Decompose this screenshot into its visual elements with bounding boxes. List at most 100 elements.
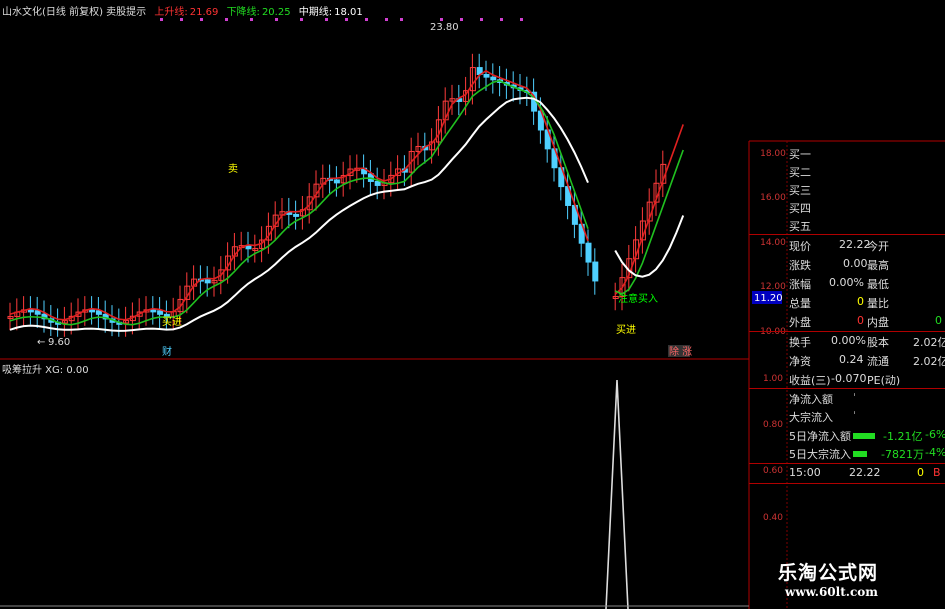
- tick-price: 22.22: [849, 466, 881, 479]
- net-inflow-row: 净流入额 ˈ: [749, 389, 945, 408]
- volume-label: 总量: [789, 297, 811, 310]
- net-inflow-5d-value: -1.21亿: [883, 430, 923, 443]
- net-inflow-5d-row: 5日净流入额 -1.21亿 -6%: [749, 426, 945, 445]
- big-inflow-row: 大宗流入 ˈ: [749, 407, 945, 426]
- outer-label: 外盘: [789, 316, 811, 329]
- candle-body: [150, 309, 157, 313]
- candle-body: [483, 73, 490, 78]
- outer-value: 0: [857, 314, 864, 327]
- price-label: 现价: [789, 240, 811, 253]
- indicator-spike-line: [605, 379, 629, 609]
- order-book-label: 买一: [789, 148, 811, 161]
- change-value: 0.00: [843, 257, 868, 270]
- finance-event-marker: 财: [162, 345, 172, 358]
- candle-body: [333, 179, 340, 184]
- top-signal-dot: [160, 18, 163, 21]
- net-inflow-label: 净流入额: [789, 393, 833, 406]
- net-inflow-5d-pct: -6%: [925, 428, 945, 441]
- top-signal-dot: [440, 18, 443, 21]
- big-inflow-5d-value: -7821万: [881, 448, 924, 461]
- change-label: 涨跌: [789, 259, 811, 272]
- stock-chart-window: { "header": { "title": "山水文化(日线 前复权) 卖股提…: [0, 0, 945, 609]
- order-book-label: 买五: [789, 220, 811, 233]
- open-label: 今开: [867, 240, 889, 253]
- candle-body: [123, 320, 130, 324]
- top-signal-dot: [500, 18, 503, 21]
- capital-label: 股本: [867, 336, 889, 349]
- site-watermark-url: www.60lt.com: [785, 585, 878, 599]
- top-signal-dot: [365, 18, 368, 21]
- net-asset-label: 净资: [789, 355, 811, 368]
- candle-body: [592, 261, 599, 282]
- top-signal-dot: [275, 18, 278, 21]
- net-asset-row: 净资 0.24 流通 2.02亿: [749, 351, 945, 370]
- outer-inner-row: 外盘 0 内盘 0: [749, 312, 945, 331]
- big-inflow-5d-bar: [853, 451, 867, 457]
- top-signal-dot: [345, 18, 348, 21]
- buy-signal-label: 买进: [162, 316, 182, 328]
- indicator-series: [0, 379, 749, 609]
- high-label: 最高: [867, 259, 889, 272]
- tick-row[interactable]: 15:00 22.22 0 B: [749, 464, 945, 483]
- top-signal-dot: [300, 18, 303, 21]
- buy-signal-label-2: 买进: [616, 324, 636, 336]
- volume-ratio-label: 量比: [867, 297, 889, 310]
- change-pct-value: 0.00%: [829, 276, 864, 289]
- top-signal-dot: [225, 18, 228, 21]
- candle-body: [27, 309, 34, 313]
- top-signal-dot: [200, 18, 203, 21]
- order-book-label: 买四: [789, 202, 811, 215]
- order-book-row[interactable]: 买五: [749, 216, 945, 235]
- candlestick-series: [7, 53, 667, 337]
- tick-flag: B: [933, 466, 941, 479]
- dividend-event-marker: 除 涨: [669, 345, 692, 358]
- candle-body: [157, 310, 164, 315]
- float-label: 流通: [867, 355, 889, 368]
- order-book-row[interactable]: 买四: [749, 198, 945, 217]
- moving-average-lines: [9, 69, 685, 332]
- ma-red-line: [9, 69, 684, 321]
- big-inflow-5d-pct: -4%: [925, 446, 945, 459]
- tick-time: 15:00: [789, 466, 821, 479]
- site-watermark: 乐淘公式网: [778, 562, 879, 584]
- order-book-label: 买三: [789, 184, 811, 197]
- big-inflow-5d-label: 5日大宗流入: [789, 448, 851, 461]
- order-book-row[interactable]: 买一: [749, 144, 945, 163]
- big-inflow-label: 大宗流入: [789, 411, 833, 424]
- indicator-title: 吸筹拉升 XG: 0.00: [2, 365, 89, 376]
- eps-label: 收益(三): [789, 374, 831, 387]
- order-book-label: 买二: [789, 166, 811, 179]
- low-price-arrow: ←: [37, 337, 45, 348]
- turnover-row: 换手 0.00% 股本 2.02亿: [749, 332, 945, 351]
- turnover-value: 0.00%: [831, 334, 866, 347]
- panel-divider: [749, 234, 945, 235]
- top-signal-dot: [520, 18, 523, 21]
- change-pct-row: 涨幅 0.00% 最低: [749, 274, 945, 293]
- quote-panel: 买一 买二 买三 买四 买五 现价 22.22 今开 涨跌 0.00 最高 涨幅…: [749, 141, 945, 609]
- candle-body: [89, 309, 96, 313]
- top-signal-dots: [160, 18, 523, 21]
- change-pct-label: 涨幅: [789, 278, 811, 291]
- high-price-label: 23.80: [430, 22, 459, 33]
- candle-body: [204, 279, 211, 284]
- watch-buy-label: 注意买入: [618, 292, 658, 305]
- inner-value: 0: [935, 314, 942, 327]
- candle-body: [585, 242, 592, 263]
- price-row: 现价 22.22 今开: [749, 236, 945, 255]
- net-inflow-5d-label: 5日净流入额: [789, 430, 851, 443]
- eps-value: -0.070: [831, 372, 867, 385]
- top-signal-dot: [385, 18, 388, 21]
- net-asset-value: 0.24: [839, 353, 864, 366]
- top-signal-dot: [480, 18, 483, 21]
- big-inflow-5d-row: 5日大宗流入 -7821万 -4%: [749, 444, 945, 463]
- change-row: 涨跌 0.00 最高: [749, 255, 945, 274]
- price-value: 22.22: [839, 238, 871, 251]
- order-book-row[interactable]: 买三: [749, 180, 945, 199]
- float-value: 2.02亿: [913, 355, 945, 368]
- top-signal-dot: [400, 18, 403, 21]
- inner-label: 内盘: [867, 316, 889, 329]
- candle-body: [374, 180, 381, 186]
- order-book-row[interactable]: 买二: [749, 162, 945, 181]
- big-inflow-tick: ˈ: [853, 409, 857, 422]
- top-signal-dot: [250, 18, 253, 21]
